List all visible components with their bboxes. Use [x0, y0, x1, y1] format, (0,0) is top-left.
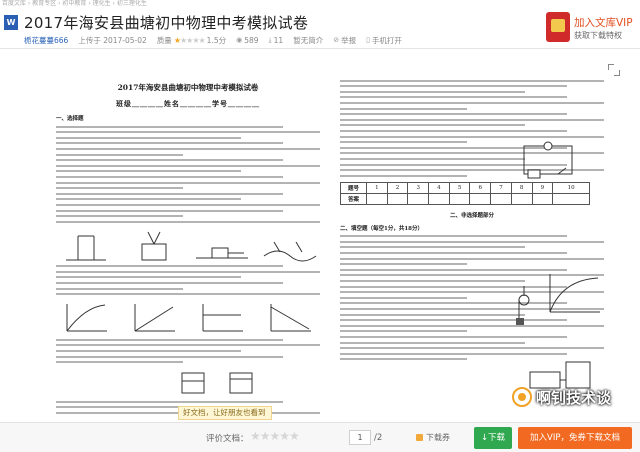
section-choice-title: 一、选择题 — [56, 116, 84, 122]
pager: 1 /2 — [349, 430, 382, 445]
figure-d — [263, 241, 317, 262]
figure-c — [196, 247, 248, 259]
section-nonchoice-title: 二、非选择题部分 — [449, 212, 494, 219]
graph-a — [66, 304, 107, 332]
footer-bar: 评价文档： ★★★★★ 1 /2 下载券 ↓下载 加入VIP，免券下载文档 — [0, 422, 640, 452]
question-figures — [56, 228, 320, 262]
watermark-text: 啊钊技术谈 — [536, 388, 612, 407]
vip-promo[interactable]: 加入文库VIP 获取下载特权 — [546, 8, 638, 46]
circuit-diagram — [523, 141, 573, 179]
rating-value: 1.5分 — [206, 35, 227, 45]
document-page-screen: 百度文库 › 教育专区 › 初中教育 › 理化生 › 初三理化生 W 2017年… — [0, 0, 640, 452]
fullscreen-icon[interactable] — [608, 64, 620, 76]
answer-table-header-label: 题号 — [340, 181, 367, 194]
doc-fields: 班级＿＿＿＿姓名＿＿＿＿学号＿＿＿＿ — [116, 99, 260, 108]
beaker-b — [229, 372, 253, 394]
download-coupon-link[interactable]: 下载券 — [416, 432, 450, 443]
uploader-link[interactable]: 栀花蔓蔓666 — [24, 35, 68, 46]
doc-heading: 2017年海安县曲塘初中物理中考模拟试卷 — [117, 83, 259, 92]
quality-stars: ★★★★★ — [173, 35, 206, 45]
warning-icon: ⊘ — [333, 36, 340, 44]
wechat-logo-icon — [512, 387, 532, 407]
quality-label: 质量 — [156, 35, 172, 45]
watermark: 啊钊技术谈 — [512, 384, 611, 410]
page-number-input[interactable]: 1 — [349, 430, 371, 445]
pulley-diagram — [516, 286, 530, 325]
document-viewer[interactable]: 2017年海安县曲塘初中物理中考模拟试卷 班级＿＿＿＿姓名＿＿＿＿学号＿＿＿＿ … — [46, 56, 624, 420]
rate-stars[interactable]: ★★★★★ — [250, 429, 300, 443]
figure-b — [141, 231, 167, 261]
report-button[interactable]: ⊘ 举报 — [333, 35, 356, 46]
view-count: 589 — [244, 35, 259, 45]
phone-icon: ▯ — [366, 36, 370, 44]
header-divider — [0, 48, 640, 49]
graph-b — [134, 304, 175, 332]
section-fill-title: 二、填空题（每空1分，共18分） — [340, 225, 423, 232]
download-count-icon: ⤓ — [268, 35, 272, 44]
page-left-column: 2017年海安县曲塘初中物理中考模拟试卷 班级＿＿＿＿姓名＿＿＿＿学号＿＿＿＿ … — [56, 76, 320, 420]
page-total: /2 — [374, 432, 383, 443]
graph-d — [270, 304, 311, 332]
rate-label: 评价文档： — [206, 434, 249, 444]
eye-icon: ◉ — [236, 36, 243, 44]
upload-date: 上传于 2017-05-02 — [78, 35, 147, 45]
breadcrumb[interactable]: 百度文库 › 教育专区 › 初中教育 › 理化生 › 初三理化生 — [0, 0, 640, 8]
download-count: 11 — [273, 35, 284, 45]
vip-promo-title: 加入文库VIP — [574, 17, 633, 29]
beaker-a — [181, 372, 205, 394]
mobile-open-button[interactable]: ▯ 手机打开 — [366, 35, 402, 46]
document-page-preview: 2017年海安县曲塘初中物理中考模拟试卷 班级＿＿＿＿姓名＿＿＿＿学号＿＿＿＿ … — [56, 76, 606, 420]
beaker-figures — [56, 367, 320, 397]
word-doc-icon: W — [4, 14, 18, 30]
answer-table-answer-label: 答案 — [340, 192, 367, 205]
page-right-column: 题号 12 34 56 78 9 10 答案 二、非选择题部分 二、填空题（每空1… — [340, 76, 604, 420]
vip-download-button[interactable]: 加入VIP，免券下载文档 — [518, 427, 632, 449]
vip-promo-subtitle: 获取下载特权 — [574, 31, 622, 40]
intro-link[interactable]: 暂无简介 — [293, 35, 323, 46]
title-row: W 2017年海安县曲塘初中物理中考模拟试卷 — [4, 11, 308, 33]
right-graph — [549, 274, 600, 313]
figure-a — [66, 235, 106, 261]
coupon-icon — [416, 434, 423, 441]
page-title: 2017年海安县曲塘初中物理中考模拟试卷 — [24, 13, 309, 32]
question-graphs — [56, 301, 320, 335]
graph-c — [202, 304, 243, 332]
vip-bag-icon — [546, 12, 570, 42]
meta-row: 栀花蔓蔓666 上传于 2017-05-02 质量 ★★★★★ 1.5分 ◉ 58… — [24, 34, 402, 46]
answer-table: 题号 12 34 56 78 9 10 答案 — [340, 181, 590, 205]
download-button[interactable]: ↓下载 — [474, 427, 512, 449]
share-banner[interactable]: 好文档，让好朋友也看到 — [178, 406, 272, 420]
